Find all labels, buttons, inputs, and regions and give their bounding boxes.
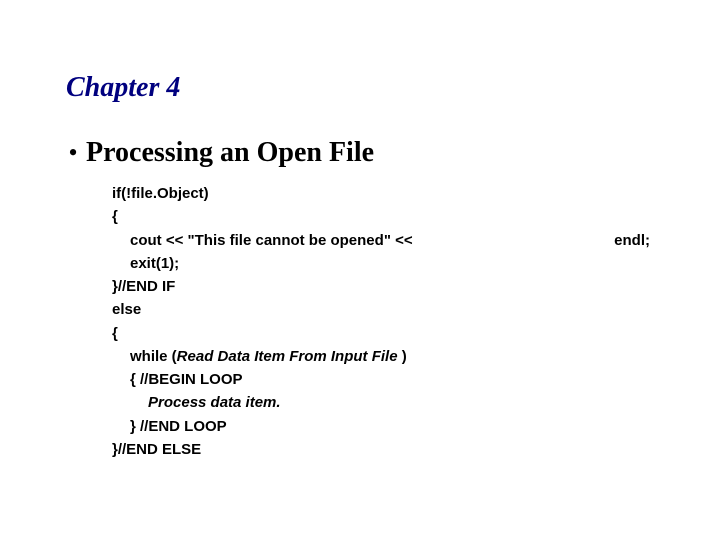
code-line: while (Read Data Item From Input File ) xyxy=(112,345,660,368)
code-line: if(!file.Object) xyxy=(112,182,660,205)
code-line: }//END IF xyxy=(112,275,660,298)
chapter-title: Chapter 4 xyxy=(66,72,660,104)
code-line: exit(1); xyxy=(112,252,660,275)
code-block: if(!file.Object) { cout << "This file ca… xyxy=(112,182,660,461)
code-text: endl; xyxy=(614,229,660,252)
code-text-italic: Read Data Item From Input File xyxy=(177,348,402,365)
code-line: cout << "This file cannot be opened" << … xyxy=(112,229,660,252)
code-text: while ( xyxy=(130,348,177,365)
code-line: { xyxy=(112,205,660,228)
code-line: }//END ELSE xyxy=(112,438,660,461)
code-line: } //END LOOP xyxy=(112,415,660,438)
code-line: { //BEGIN LOOP xyxy=(112,368,660,391)
code-line: { xyxy=(112,322,660,345)
code-line: else xyxy=(112,298,660,321)
code-line: Process data item. xyxy=(112,391,660,414)
code-text: ) xyxy=(402,348,407,365)
heading-row: • Processing an Open File xyxy=(60,138,660,168)
slide: Chapter 4 • Processing an Open File if(!… xyxy=(0,0,720,540)
bullet-icon: • xyxy=(60,138,86,168)
code-text: cout << "This file cannot be opened" << xyxy=(130,229,417,252)
heading-text: Processing an Open File xyxy=(86,138,374,168)
